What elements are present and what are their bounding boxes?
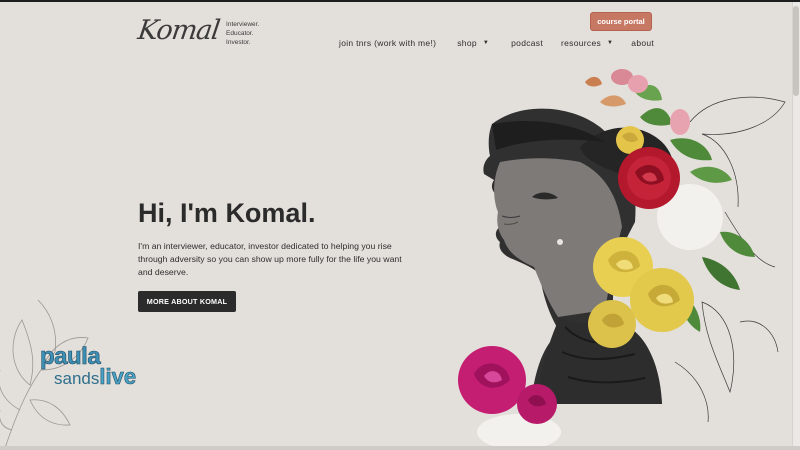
caret-down-icon: ▼ bbox=[482, 40, 490, 46]
hero-name: Komal. bbox=[225, 198, 316, 228]
tagline-line-2: Educator. bbox=[226, 30, 254, 37]
page-scrollbar[interactable] bbox=[792, 2, 800, 448]
hero-heading: Hi, I'm Komal. bbox=[138, 198, 315, 229]
nav-item-join-tnrs[interactable]: join tnrs (work with me!) bbox=[339, 38, 436, 48]
nav-item-label: about bbox=[631, 38, 655, 48]
nav-item-label: podcast bbox=[511, 38, 544, 48]
nav-item-podcast[interactable]: podcast bbox=[511, 38, 543, 48]
hero-portrait-collage bbox=[458, 69, 786, 446]
nav-item-about[interactable]: about bbox=[631, 38, 654, 48]
logo-tagline: Interviewer. Educator. Investor. bbox=[226, 20, 259, 47]
main-nav: join tnrs (work with me!) shop ▼ podcast… bbox=[339, 38, 654, 48]
watermark-sands: sands bbox=[54, 369, 100, 388]
watermark-sands-live: sandslive bbox=[54, 364, 137, 389]
nav-item-label: shop bbox=[457, 38, 477, 48]
nav-item-shop[interactable]: shop ▼ bbox=[457, 38, 489, 48]
site-logo[interactable]: Komal Interviewer. Educator. Investor. bbox=[135, 15, 259, 47]
watermark-live: live bbox=[99, 364, 137, 389]
browser-frame-top bbox=[0, 0, 800, 2]
more-about-komal-button[interactable]: MORE ABOUT KOMAL bbox=[138, 291, 236, 312]
hero-description: I'm an interviewer, educator, investor d… bbox=[138, 241, 402, 278]
pink-buds bbox=[585, 69, 690, 135]
watermark-paula: paula bbox=[40, 343, 101, 370]
browser-frame-bottom bbox=[0, 446, 800, 450]
nav-item-label: resources bbox=[561, 38, 602, 48]
paula-sands-live-watermark: paula sandslive bbox=[40, 343, 150, 395]
nav-item-label: join tnrs (work with me!) bbox=[339, 38, 437, 48]
course-portal-button[interactable]: course portal bbox=[590, 12, 652, 31]
scrollbar-thumb[interactable] bbox=[793, 6, 799, 96]
caret-down-icon: ▼ bbox=[607, 40, 614, 46]
nav-item-resources[interactable]: resources ▼ bbox=[561, 38, 613, 48]
tagline-line-3: Investor. bbox=[226, 39, 251, 46]
logo-signature: Komal bbox=[135, 15, 222, 46]
tagline-line-1: Interviewer. bbox=[226, 21, 260, 28]
hero-greeting: Hi, I'm bbox=[138, 198, 226, 228]
red-rose bbox=[618, 147, 680, 209]
